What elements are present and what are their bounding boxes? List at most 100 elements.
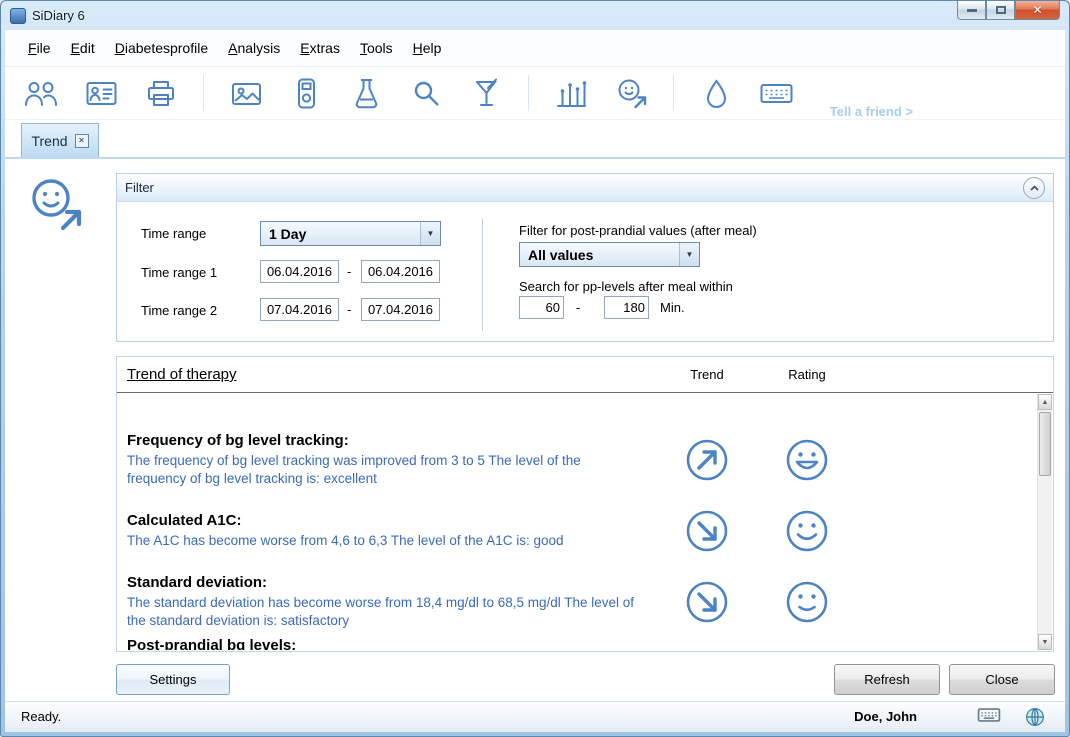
chevron-up-icon xyxy=(1030,185,1039,191)
keyboard-icon xyxy=(760,82,793,105)
menu-extras[interactable]: Extras xyxy=(290,35,350,61)
maximize-icon xyxy=(996,6,1006,14)
menu-analysis[interactable]: Analysis xyxy=(218,35,290,61)
row-heading: Standard deviation: xyxy=(127,574,642,591)
pp-unit-label: Min. xyxy=(660,300,685,315)
rating-column-header: Rating xyxy=(757,367,857,382)
row-text: Standard deviation: The standard deviati… xyxy=(127,574,642,629)
pp-to-input[interactable] xyxy=(604,296,649,319)
scroll-down-button[interactable]: ▼ xyxy=(1038,634,1052,650)
trend-row: Post-prandial bg levels: xyxy=(127,637,1037,650)
glucose-test-icon xyxy=(474,78,499,108)
menu-file[interactable]: File xyxy=(18,35,61,61)
pp-dash: - xyxy=(576,300,580,315)
window-controls: ✕ xyxy=(957,1,1060,20)
drop-icon xyxy=(705,79,728,108)
printer-icon xyxy=(147,80,175,107)
rating-satisfactory-icon xyxy=(784,579,830,625)
lab-flask-icon xyxy=(353,78,380,109)
keyboard-status-icon[interactable] xyxy=(977,707,1001,723)
close-button[interactable]: ✕ xyxy=(1015,1,1060,20)
patients-button[interactable] xyxy=(23,74,59,112)
menu-edit[interactable]: Edit xyxy=(61,35,105,61)
profile-card-button[interactable] xyxy=(83,74,119,112)
row-heading: Post-prandial bg levels: xyxy=(127,637,642,650)
time-range-select[interactable]: 1 Day ▼ xyxy=(260,221,441,246)
refresh-button[interactable]: Refresh xyxy=(834,664,940,695)
titlebar[interactable]: SiDiary 6 ✕ xyxy=(1,1,1069,30)
menubar: File Edit Diabetesprofile Analysis Extra… xyxy=(5,30,1065,67)
app-icon xyxy=(10,8,26,24)
pp-from-input[interactable] xyxy=(519,296,564,319)
pp-filter-select[interactable]: All values ▼ xyxy=(519,242,700,267)
time-range-label: Time range xyxy=(141,226,206,241)
rating-cell xyxy=(757,437,857,483)
time-range1-to-input[interactable] xyxy=(361,260,440,283)
globe-status-icon[interactable] xyxy=(1025,707,1045,727)
trend-down-icon xyxy=(684,579,730,625)
statistics-icon xyxy=(556,79,587,108)
trend-up-icon xyxy=(684,437,730,483)
time-range1-label: Time range 1 xyxy=(141,265,217,280)
close-dialog-button[interactable]: Close xyxy=(949,664,1055,695)
sync-button[interactable] xyxy=(698,74,734,112)
close-icon: ✕ xyxy=(1032,3,1042,17)
rating-cell xyxy=(757,508,857,554)
patients-icon xyxy=(23,80,59,107)
pp-filter-label: Filter for post-prandial values (after m… xyxy=(519,223,757,238)
time-range2-to-input[interactable] xyxy=(361,298,440,321)
vertical-scrollbar[interactable]: ▲ ▼ xyxy=(1037,394,1052,650)
trend-button[interactable] xyxy=(613,74,649,112)
trend-cell xyxy=(657,437,757,483)
toolbar-separator xyxy=(203,75,204,111)
trend-row: Frequency of bg level tracking: The freq… xyxy=(127,424,1037,495)
photo-button[interactable] xyxy=(228,74,264,112)
collapse-filter-button[interactable] xyxy=(1023,177,1045,199)
menu-help[interactable]: Help xyxy=(403,35,452,61)
trend-cell xyxy=(657,579,757,625)
tab-label: Trend xyxy=(31,133,67,149)
row-heading: Frequency of bg level tracking: xyxy=(127,432,642,449)
rating-excellent-icon xyxy=(784,437,830,483)
maximize-button[interactable] xyxy=(986,1,1015,20)
statistics-button[interactable] xyxy=(553,74,589,112)
keyboard-button[interactable] xyxy=(758,74,794,112)
pp-search-label: Search for pp-levels after meal within xyxy=(519,279,733,294)
row-description: The A1C has become worse from 4,6 to 6,3… xyxy=(127,532,642,550)
trend-cell xyxy=(657,508,757,554)
print-button[interactable] xyxy=(143,74,179,112)
chevron-down-icon: ▼ xyxy=(679,243,699,266)
time-range1-from-input[interactable] xyxy=(260,260,339,283)
tabstrip: Trend ✕ xyxy=(5,120,1065,159)
search-icon xyxy=(412,79,440,107)
chevron-down-icon: ▼ xyxy=(420,222,440,245)
meter-device-button[interactable] xyxy=(288,74,324,112)
search-button[interactable] xyxy=(408,74,444,112)
minimize-button[interactable] xyxy=(957,1,986,20)
filter-divider xyxy=(482,219,483,331)
time-range-value: 1 Day xyxy=(261,226,420,242)
tab-close-icon[interactable]: ✕ xyxy=(75,134,89,148)
meter-device-icon xyxy=(297,78,316,109)
scrollbar-thumb[interactable] xyxy=(1039,412,1051,476)
lab-button[interactable] xyxy=(348,74,384,112)
trend-column-header: Trend xyxy=(657,367,757,382)
menu-diabetesprofile[interactable]: Diabetesprofile xyxy=(105,35,218,61)
tell-a-friend-link[interactable]: Tell a friend > xyxy=(830,104,913,119)
minimize-icon xyxy=(967,9,977,12)
photo-icon xyxy=(231,80,262,107)
trend-row: Standard deviation: The standard deviati… xyxy=(127,566,1037,637)
row-text: Post-prandial bg levels: xyxy=(127,637,642,650)
settings-button[interactable]: Settings xyxy=(116,664,230,695)
time-range2-from-input[interactable] xyxy=(260,298,339,321)
menu-tools[interactable]: Tools xyxy=(350,35,403,61)
tab-trend[interactable]: Trend ✕ xyxy=(21,123,99,157)
time-range2-label: Time range 2 xyxy=(141,303,217,318)
row-text: Frequency of bg level tracking: The freq… xyxy=(127,432,642,487)
glucose-test-button[interactable] xyxy=(468,74,504,112)
trend-down-icon xyxy=(684,508,730,554)
statusbar: Ready. Doe, John xyxy=(5,701,1065,732)
trend-smiley-icon xyxy=(616,78,647,109)
trend-title: Trend of therapy xyxy=(127,366,657,383)
scroll-up-button[interactable]: ▲ xyxy=(1038,394,1052,410)
